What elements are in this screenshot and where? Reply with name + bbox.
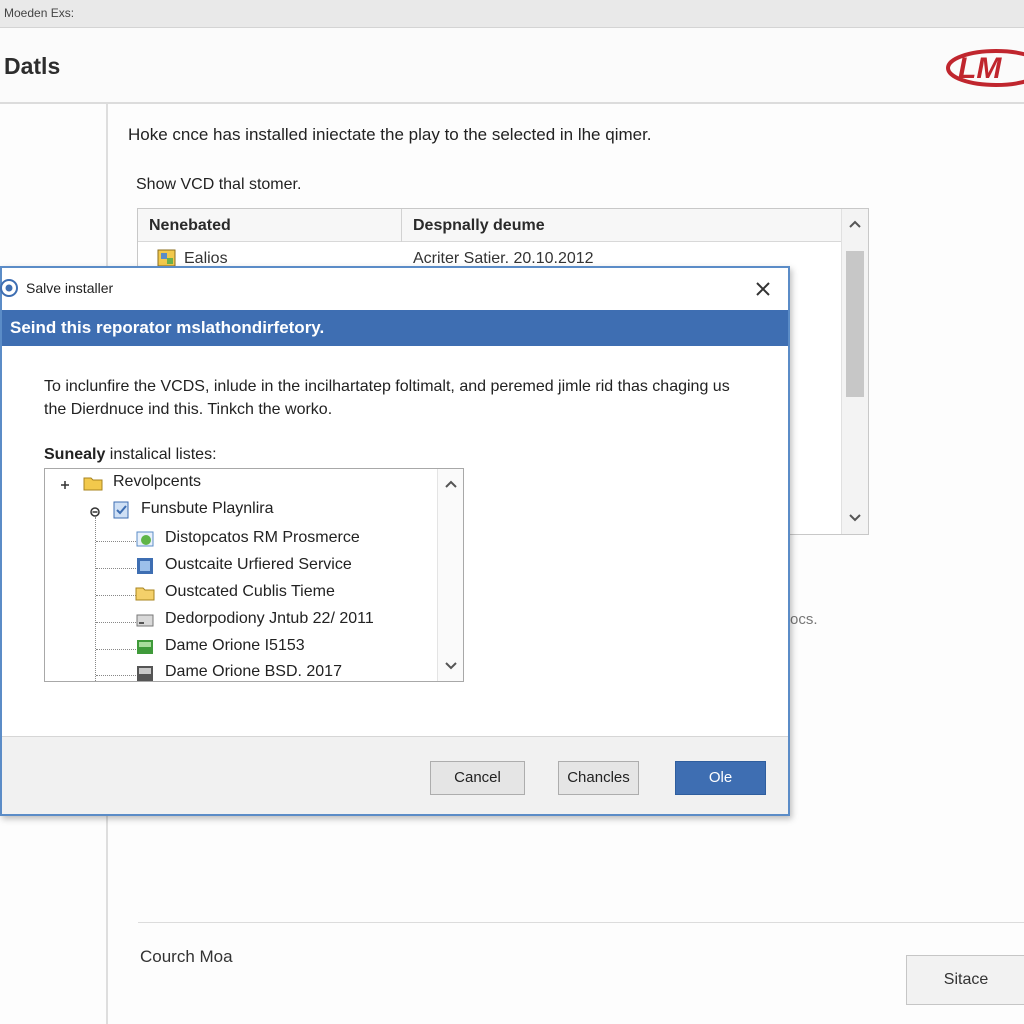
tree-branch: [96, 568, 136, 569]
folder-icon: [135, 587, 155, 601]
cancel-button[interactable]: Cancel: [430, 761, 525, 795]
drive-icon: [136, 614, 154, 627]
tree-item-label: Funsbute Playnlira: [141, 500, 274, 517]
tree-item-label: Oustcated Cublis Tieme: [165, 583, 335, 600]
globe-icon: [136, 531, 154, 547]
tree-item-label: Dame Orione I5153: [165, 637, 305, 654]
intro-text: Hoke cnce has installed iniectate the pl…: [128, 125, 652, 144]
dialog-titlebar: Salve installer: [0, 268, 788, 308]
tree-item[interactable]: Oustcaite Urfiered Service: [135, 554, 435, 578]
green-app-icon: [137, 640, 153, 654]
installer-icon: [0, 279, 18, 297]
faint-text: ocs.: [790, 611, 818, 628]
footer-button[interactable]: Sitace: [906, 955, 1024, 1005]
table-scrollbar[interactable]: [841, 209, 868, 534]
brand-logo-text: LM: [958, 52, 1002, 85]
tree-branch: [96, 541, 136, 542]
window-title: Moeden Exs:: [4, 6, 75, 20]
tree-label-rest: instalical listes:: [105, 446, 217, 463]
dialog-title: Salve installer: [26, 280, 114, 296]
scroll-down-icon[interactable]: [442, 657, 460, 675]
tree-branch: [96, 622, 136, 623]
tree-item-label: Distopcatos RM Prosmerce: [165, 529, 360, 546]
dialog-heading: Seind this reporator mslathondirfetory.: [10, 318, 325, 337]
tree-label: Sunealy instalical listes:: [44, 446, 217, 464]
tree-branch: [96, 675, 136, 676]
blue-app-icon: [137, 558, 153, 574]
document-icon: [113, 501, 129, 519]
expand-icon[interactable]: [59, 479, 71, 491]
tree-item-label: Oustcaite Urfiered Service: [165, 556, 352, 573]
scroll-up-icon[interactable]: [846, 215, 864, 233]
tree-item-label: Dame Orione BSD. 2017: [165, 663, 342, 680]
column-header-detail[interactable]: Despnally deume: [413, 217, 545, 235]
installer-dialog: Salve installer Seind this reporator msl…: [0, 266, 790, 816]
dialog-heading-band: Seind this reporator mslathondirfetory.: [2, 310, 788, 346]
scroll-up-icon[interactable]: [442, 475, 460, 493]
tree-item[interactable]: Distopcatos RM Prosmerce: [135, 527, 435, 551]
window-titlebar: Moeden Exs:: [0, 0, 1024, 28]
page-title: Datls: [4, 53, 61, 79]
dark-app-icon: [137, 666, 153, 681]
column-header-name[interactable]: Nenebated: [149, 217, 231, 235]
changes-button[interactable]: Chancles: [558, 761, 639, 795]
tree-branch: [96, 649, 136, 650]
close-icon[interactable]: [748, 274, 778, 304]
install-tree[interactable]: Revolpcents Funsbute Playnlira Distopcat…: [44, 468, 464, 682]
ok-button[interactable]: Ole: [675, 761, 766, 795]
footer-divider: [138, 922, 1024, 923]
tree-item[interactable]: Dedorpodiony Jntub 22/ 2011: [135, 608, 435, 632]
tree-item[interactable]: Dame Orione BSD. 2017: [135, 661, 435, 681]
scrollbar-thumb[interactable]: [846, 251, 864, 397]
subintro-text: Show VCD thal stomer.: [136, 176, 302, 193]
tree-scrollbar[interactable]: [437, 469, 463, 681]
dialog-description: To inclunfire the VCDS, inlude in the in…: [44, 378, 730, 418]
dialog-button-bar: Cancel Chancles Ole: [2, 736, 788, 814]
footer-label: Courch Moa: [140, 947, 233, 966]
tree-item-label: Dedorpodiony Jntub 22/ 2011: [165, 610, 374, 627]
column-separator: [401, 209, 402, 242]
table-header: Nenebated Despnally deume: [138, 209, 842, 242]
collapse-icon[interactable]: [89, 506, 101, 518]
scroll-down-icon[interactable]: [846, 509, 864, 527]
tree-item[interactable]: Funsbute Playnlira: [111, 498, 431, 522]
tree-item[interactable]: Oustcated Cublis Tieme: [135, 581, 435, 605]
tree-item-label: Revolpcents: [113, 473, 202, 490]
brand-logo: LM: [946, 49, 1024, 87]
tree-item[interactable]: Revolpcents: [83, 471, 423, 495]
folder-icon: [83, 477, 103, 491]
tree-label-bold: Sunealy: [44, 446, 106, 463]
tree-branch: [96, 595, 136, 596]
tree-item[interactable]: Dame Orione I5153: [135, 635, 435, 659]
page-header: Datls LM: [0, 28, 1024, 104]
